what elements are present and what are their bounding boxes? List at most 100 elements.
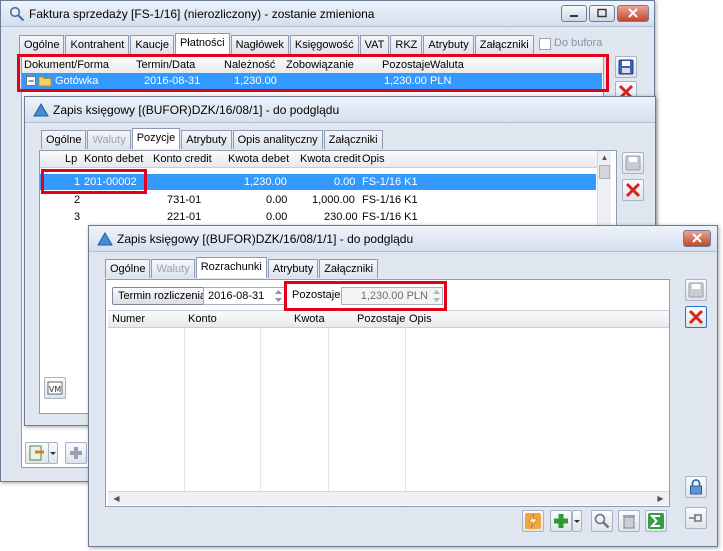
add-dropdown[interactable] <box>572 510 582 532</box>
date-spinner-icon[interactable] <box>274 289 283 303</box>
add-button[interactable] <box>550 510 572 532</box>
tab-atrybuty[interactable]: Atrybuty <box>181 130 232 149</box>
position-lp: 3 <box>74 211 81 223</box>
folder-icon <box>38 76 52 87</box>
tab-pozycje[interactable]: Pozycje <box>131 128 181 149</box>
pin-button[interactable] <box>685 507 707 529</box>
col-lp[interactable]: Lp <box>65 153 77 165</box>
termin-date-input[interactable]: 2016-08-31 <box>203 287 285 305</box>
col-naleznosc[interactable]: Należność <box>224 59 275 71</box>
filter-button[interactable]: VM <box>44 377 66 399</box>
tab-opis-analityczny[interactable]: Opis analityczny <box>232 130 323 149</box>
tab-rkz[interactable]: RKZ <box>390 35 423 54</box>
tab-zalaczniki[interactable]: Załączniki <box>323 130 383 149</box>
tab-atrybuty[interactable]: Atrybuty <box>423 35 474 54</box>
position-row[interactable]: 3 221-01 0.00 230.00 FS-1/16 K1 <box>40 209 596 225</box>
col-dokument-forma[interactable]: Dokument/Forma <box>24 59 109 71</box>
scroll-up-icon[interactable]: ▲ <box>598 151 611 164</box>
maximize-icon <box>597 8 607 18</box>
document-dropdown[interactable] <box>48 442 58 464</box>
col-zobowiazanie[interactable]: Zobowiązanie <box>286 59 354 71</box>
position-kwota-debet: 0.00 <box>266 211 288 223</box>
cancel-button[interactable] <box>685 306 707 328</box>
minimize-button[interactable] <box>561 5 587 22</box>
col-kwota-credit[interactable]: Kwota credit <box>300 153 361 165</box>
triangle-icon <box>33 103 49 117</box>
save-button[interactable] <box>615 56 637 78</box>
tab-ogolne[interactable]: Ogólne <box>105 259 151 278</box>
col-kwota-debet[interactable]: Kwota debet <box>228 153 289 165</box>
pozostaje-label: Pozostaje: <box>292 289 344 301</box>
cancel-icon <box>625 182 641 198</box>
tab-ksiegowosc[interactable]: Księgowość <box>289 35 359 54</box>
minimize-icon <box>570 15 578 17</box>
delete-button[interactable] <box>618 510 640 532</box>
settlement-window: Zapis księgowy [(BUFOR)DZK/16/08/1/1] - … <box>88 225 718 547</box>
collapse-icon[interactable] <box>26 76 36 86</box>
position-opis: FS-1/16 K1 <box>362 211 418 223</box>
col-numer[interactable]: Numer <box>112 313 145 325</box>
lock-button[interactable] <box>685 476 707 498</box>
settlement-window-title: Zapis księgowy [(BUFOR)DZK/16/08/1/1] - … <box>117 232 414 246</box>
settlement-titlebar: Zapis księgowy [(BUFOR)DZK/16/08/1/1] - … <box>89 226 717 252</box>
journal-tabs: Ogólne Waluty Pozycje Atrybuty Opis anal… <box>41 128 384 149</box>
close-button[interactable] <box>617 5 649 22</box>
tab-naglowek[interactable]: Nagłówek <box>230 35 289 54</box>
invoice-tabs: Ogólne Kontrahent Kaucje Płatności Nagłó… <box>19 33 535 54</box>
do-bufora-checkbox[interactable] <box>539 38 551 50</box>
payment-naleznosc: 1,230.00 <box>234 75 277 87</box>
col-waluta[interactable]: Waluta <box>430 59 464 71</box>
positions-grid: Lp Konto debet Konto credit Kwota debet … <box>40 151 601 231</box>
save-button <box>622 152 644 174</box>
col-termin-data[interactable]: Termin/Data <box>136 59 195 71</box>
positions-scrollbar[interactable]: ▲ <box>597 151 611 231</box>
col-opis[interactable]: Opis <box>409 313 432 325</box>
position-row[interactable]: 2 731-01 0.00 1,000.00 FS-1/16 K1 <box>40 192 596 208</box>
tab-kontrahent[interactable]: Kontrahent <box>65 35 130 54</box>
scroll-left-icon[interactable]: ◀ <box>110 492 123 505</box>
document-button[interactable] <box>25 442 49 464</box>
save-icon <box>625 155 641 171</box>
position-debet: 201-00002 <box>84 176 137 188</box>
tab-vat[interactable]: VAT <box>359 35 390 54</box>
close-icon <box>692 233 702 243</box>
settlement-tabs: Ogólne Waluty Rozrachunki Atrybuty Załąc… <box>105 257 379 278</box>
position-kwota-debet: 0.00 <box>266 194 288 206</box>
tab-atrybuty[interactable]: Atrybuty <box>267 259 319 278</box>
col-konto-debet[interactable]: Konto debet <box>84 153 143 165</box>
tab-ogolne[interactable]: Ogólne <box>19 35 65 54</box>
tab-zalaczniki[interactable]: Załączniki <box>319 259 379 278</box>
close-button[interactable] <box>683 230 711 247</box>
sum-button[interactable] <box>645 510 667 532</box>
lightning-button[interactable] <box>522 510 544 532</box>
settlements-grid: Numer Konto Kwota Pozostaje Opis ◀ ▶ <box>108 310 669 506</box>
position-row[interactable]: 1 201-00002 1,230.00 0.00 FS-1/16 K1 <box>40 174 596 190</box>
position-lp: 1 <box>74 176 81 188</box>
maximize-button[interactable] <box>589 5 615 22</box>
column-divider <box>405 328 406 506</box>
scroll-right-icon[interactable]: ▶ <box>654 492 667 505</box>
col-pozostaje[interactable]: Pozostaje <box>357 313 405 325</box>
cancel-button[interactable] <box>622 179 644 201</box>
tab-rozrachunki[interactable]: Rozrachunki <box>195 257 267 278</box>
col-opis[interactable]: Opis <box>362 153 385 165</box>
tab-zalaczniki[interactable]: Załączniki <box>474 35 534 54</box>
tab-ogolne[interactable]: Ogólne <box>41 130 87 149</box>
search-button[interactable] <box>591 510 613 532</box>
scroll-thumb[interactable] <box>599 165 610 179</box>
termin-rozliczenia-button[interactable]: Termin rozliczenia <box>112 287 213 305</box>
col-pozostaje[interactable]: Pozostaje <box>382 59 430 71</box>
position-kwota-credit: 0.00 <box>334 176 356 188</box>
col-konto-credit[interactable]: Konto credit <box>153 153 212 165</box>
col-kwota[interactable]: Kwota <box>294 313 325 325</box>
col-konto[interactable]: Konto <box>188 313 217 325</box>
tab-platnosci[interactable]: Płatności <box>174 33 230 54</box>
trash-icon <box>623 515 635 529</box>
tab-waluty: Waluty <box>151 259 195 278</box>
payment-row[interactable]: Gotówka 2016-08-31 1,230.00 1,230.00 PLN <box>22 73 602 89</box>
add-button[interactable] <box>65 442 87 464</box>
payments-grid-header: Dokument/Forma Termin/Data Należność Zob… <box>22 57 603 74</box>
tab-kaucje[interactable]: Kaucje <box>130 35 174 54</box>
settlements-grid-header: Numer Konto Kwota Pozostaje Opis <box>108 311 669 328</box>
horizontal-scrollbar[interactable]: ◀ ▶ <box>108 491 669 505</box>
